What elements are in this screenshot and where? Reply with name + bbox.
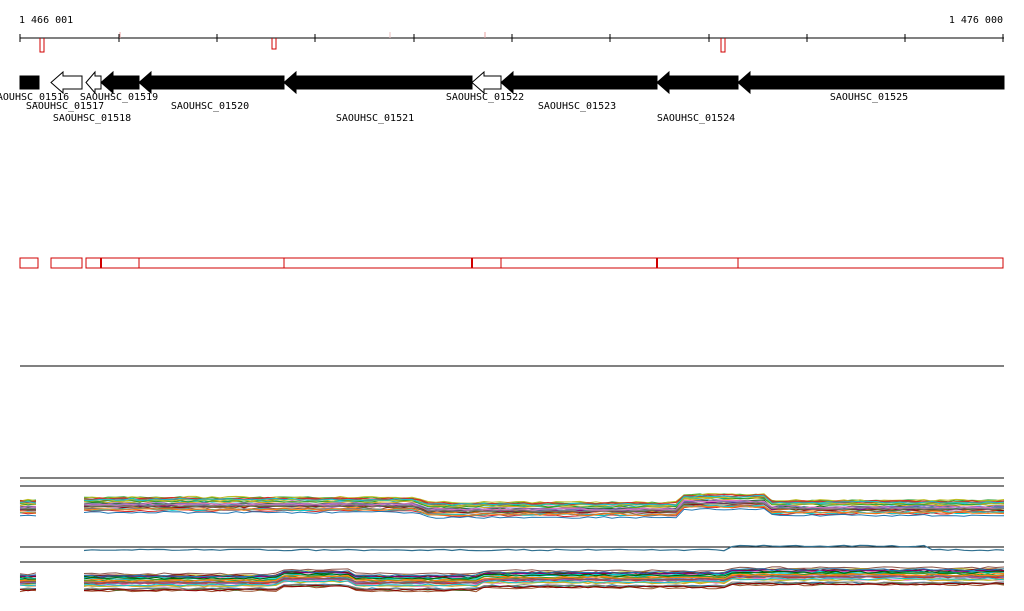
feature-box bbox=[283, 257, 473, 269]
feature-box bbox=[100, 257, 140, 269]
gene-g01518[interactable] bbox=[85, 70, 102, 95]
coverage-panel-bottom bbox=[19, 544, 1005, 593]
ruler-start-label: 1 466 001 bbox=[19, 15, 73, 26]
ruler-marks bbox=[39, 32, 726, 53]
feature-track bbox=[19, 257, 1004, 269]
gene-g01519[interactable] bbox=[100, 70, 140, 95]
coverage-line bbox=[83, 544, 1005, 552]
gene-label-g01518: SAOUHSC_01518 bbox=[53, 113, 131, 124]
gene-track[interactable] bbox=[19, 70, 1005, 95]
gene-label-g01521: SAOUHSC_01521 bbox=[336, 113, 414, 124]
coverage-panel-top bbox=[19, 477, 1005, 519]
gene-label-g01522: SAOUHSC_01522 bbox=[446, 92, 524, 103]
feature-box bbox=[471, 257, 502, 269]
ruler-mark bbox=[39, 38, 45, 53]
feature-box bbox=[85, 257, 102, 269]
feature-box bbox=[50, 257, 83, 269]
gene-labels: SAOUHSC_01516SAOUHSC_01517SAOUHSC_01518S… bbox=[0, 92, 908, 124]
gene-label-g01523: SAOUHSC_01523 bbox=[538, 101, 616, 112]
gene-g01525[interactable] bbox=[737, 70, 1005, 95]
ruler-end-label: 1 476 000 bbox=[949, 15, 1003, 26]
gene-g01523[interactable] bbox=[500, 70, 658, 95]
feature-box bbox=[500, 257, 658, 269]
feature-box bbox=[19, 257, 39, 269]
gene-label-g01520: SAOUHSC_01520 bbox=[171, 101, 249, 112]
feature-box bbox=[138, 257, 285, 269]
gene-g01522[interactable] bbox=[471, 70, 502, 95]
coverage-line bbox=[19, 579, 36, 582]
feature-boundary bbox=[656, 258, 658, 268]
ruler-mark bbox=[271, 38, 277, 50]
gene-g01524[interactable] bbox=[656, 70, 739, 95]
feature-boundary bbox=[100, 258, 102, 268]
feature-box bbox=[656, 257, 739, 269]
coverage-line bbox=[19, 572, 37, 576]
ruler-mark bbox=[720, 38, 726, 53]
genome-browser-view: 1 466 001 1 476 000 SAOUHSC_01516SAOUHSC… bbox=[0, 15, 1005, 593]
gene-label-g01519: SAOUHSC_01519 bbox=[80, 92, 158, 103]
coordinate-ruler: 1 466 001 1 476 000 bbox=[19, 15, 1004, 53]
gene-label-g01524: SAOUHSC_01524 bbox=[657, 113, 735, 124]
gene-label-g01525: SAOUHSC_01525 bbox=[830, 92, 908, 103]
feature-boundary bbox=[471, 258, 473, 268]
gene-g01521[interactable] bbox=[283, 70, 473, 95]
feature-box bbox=[737, 257, 1004, 269]
gene-g01520[interactable] bbox=[138, 70, 285, 95]
gene-g01517[interactable] bbox=[50, 70, 83, 95]
gene-g01516[interactable] bbox=[19, 75, 40, 90]
coverage-line bbox=[19, 514, 37, 517]
